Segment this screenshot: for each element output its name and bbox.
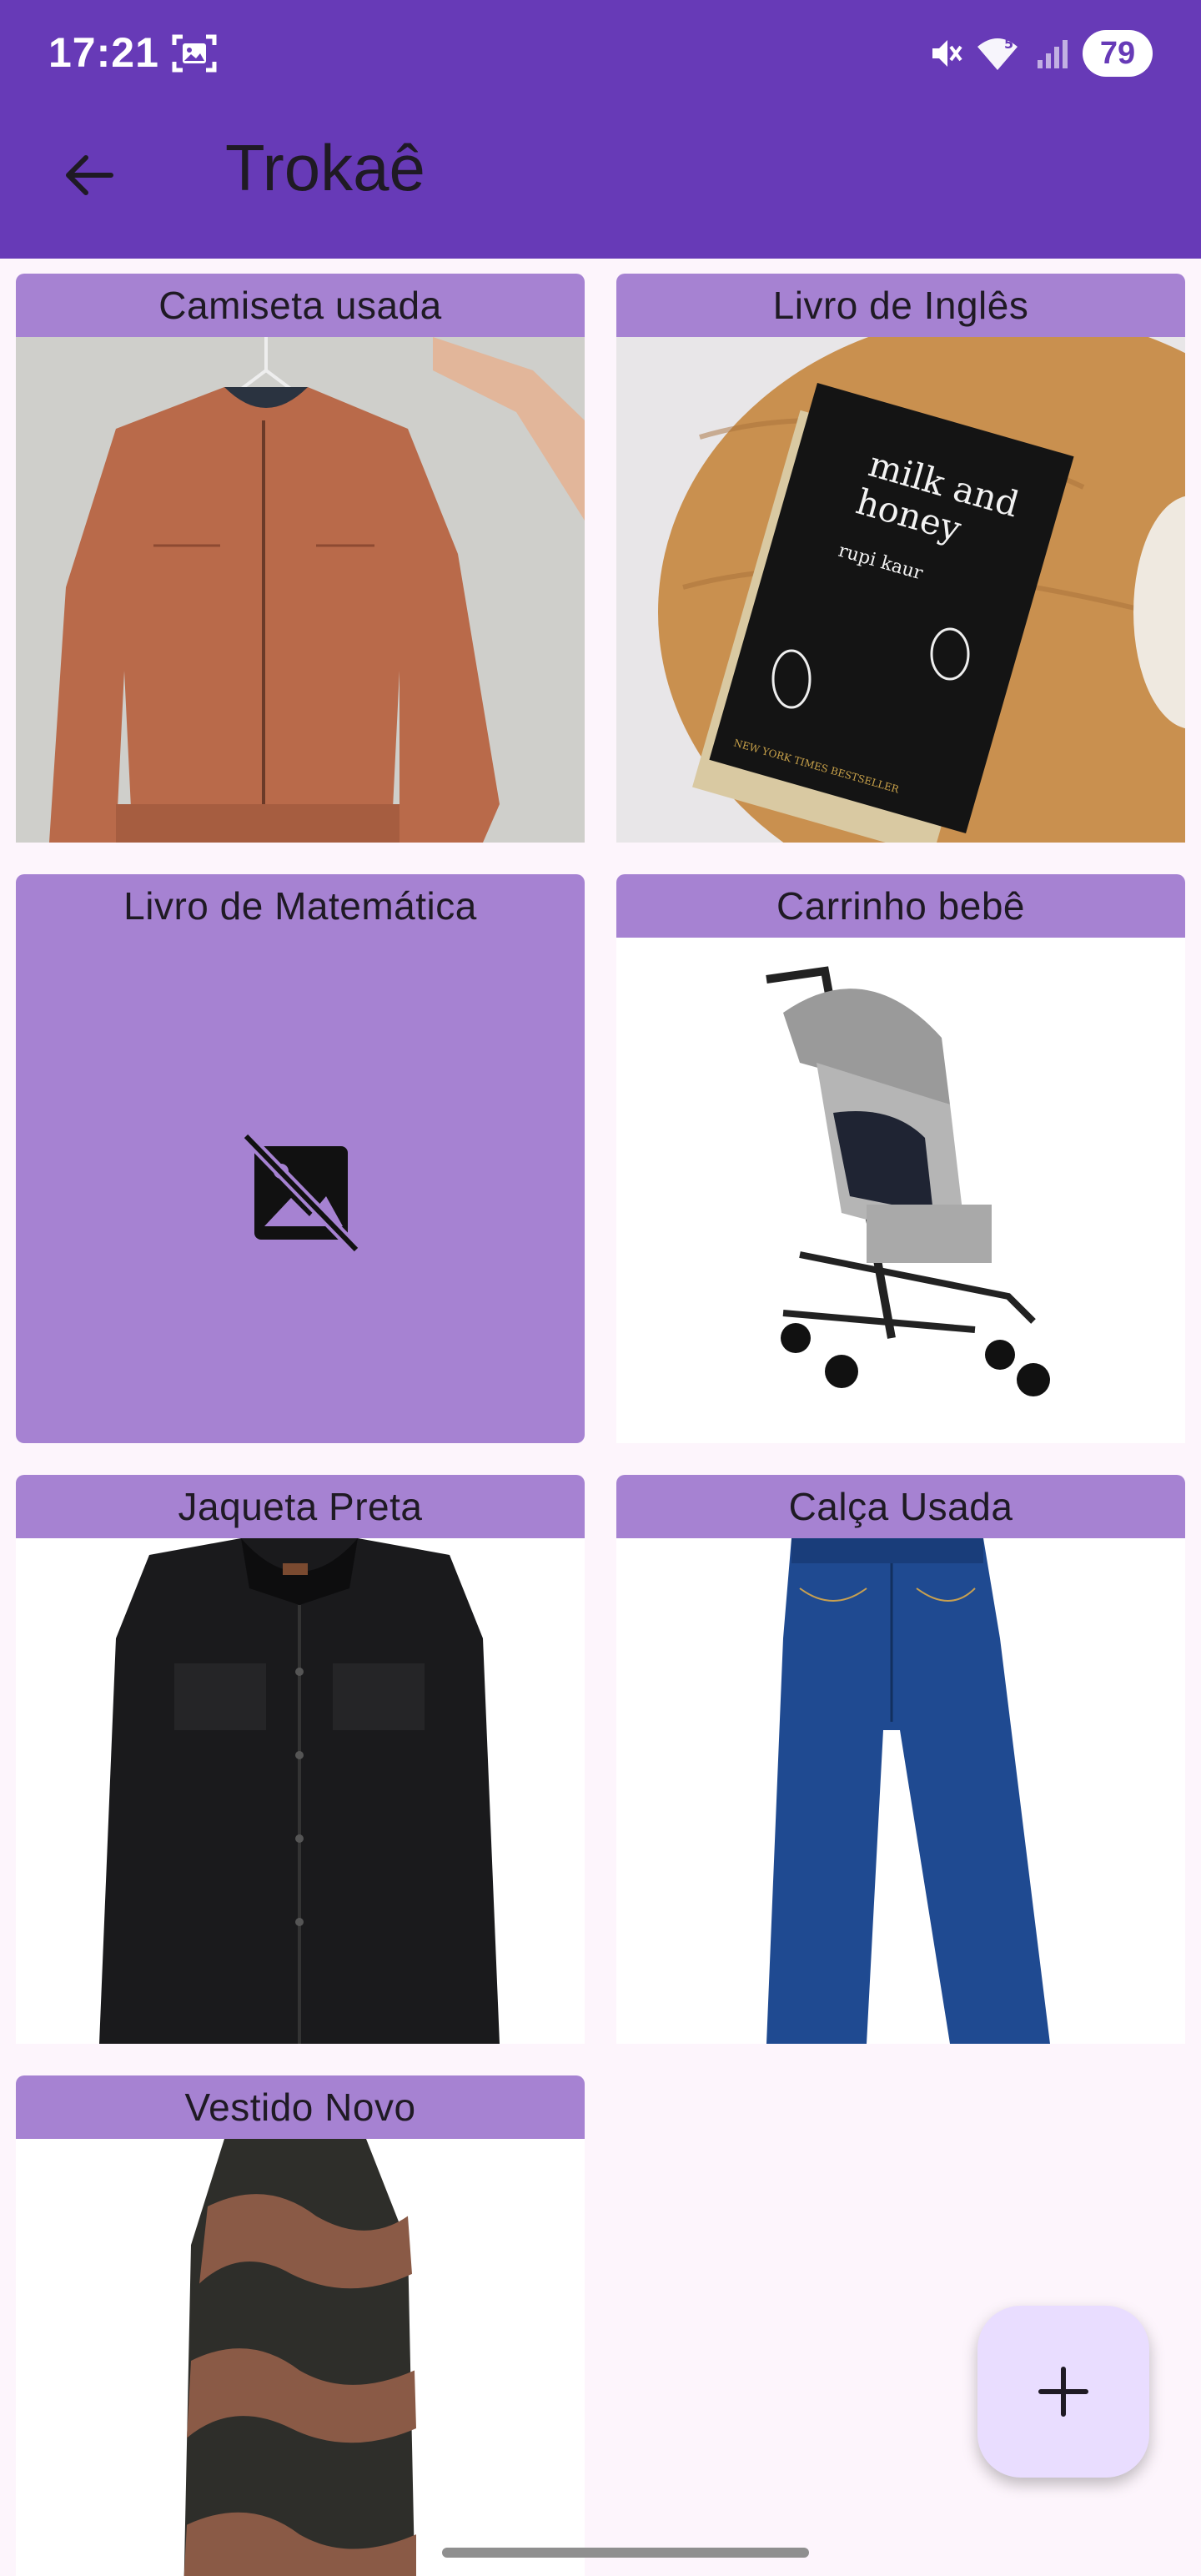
screenshot-icon [171,32,218,75]
product-card[interactable]: Livro de Inglês milk and honey rupi kaur… [616,274,1185,843]
arrow-back-icon [66,155,113,195]
toolbar: Trokaê [0,108,1201,259]
broken-image-icon [16,938,585,1443]
card-title: Vestido Novo [184,2085,416,2129]
stroller-photo [616,938,1185,1443]
status-bar: 17:21 5 79 [0,0,1201,108]
card-title-bar: Livro de Matemática [16,874,585,938]
product-card[interactable]: Vestido Novo [16,2075,585,2576]
home-indicator[interactable] [442,2548,809,2558]
product-card[interactable]: Calça Usada [616,1475,1185,2044]
card-title: Carrinho bebê [776,884,1026,928]
wifi-icon: 5 [976,35,1023,72]
add-item-button[interactable] [977,2306,1149,2478]
status-icons: 5 79 [927,25,1153,82]
card-title-bar: Camiseta usada [16,274,585,337]
product-card[interactable]: Jaqueta Preta [16,1475,585,2044]
card-title: Livro de Inglês [772,284,1029,327]
card-title-bar: Jaqueta Preta [16,1475,585,1538]
card-title: Livro de Matemática [123,884,477,928]
orange-jacket-photo [16,337,585,843]
status-time: 17:21 [48,29,159,76]
black-jacket-photo [16,1538,585,2044]
card-title-bar: Livro de Inglês [616,274,1185,337]
card-title-bar: Calça Usada [616,1475,1185,1538]
battery-indicator: 79 [1083,30,1153,77]
card-title-bar: Carrinho bebê [616,874,1185,938]
dress-photo [16,2139,585,2576]
card-title-bar: Vestido Novo [16,2075,585,2139]
book-photo: milk and honey rupi kaur NEW YORK TIMES … [616,337,1185,843]
card-title: Jaqueta Preta [178,1485,423,1528]
plus-icon [1038,2367,1088,2417]
product-card[interactable]: Livro de Matemática [16,874,585,1443]
back-button[interactable] [47,133,130,217]
mute-icon [927,35,964,72]
card-title: Camiseta usada [158,284,442,327]
jeans-photo [616,1538,1185,2044]
svg-text:5: 5 [1004,36,1013,52]
card-title: Calça Usada [788,1485,1013,1528]
app-bar: 17:21 5 79 Trokaê [0,0,1201,259]
product-card[interactable]: Camiseta usada [16,274,585,843]
signal-icon [1034,35,1071,72]
product-card[interactable]: Carrinho bebê [616,874,1185,1443]
page-title: Trokaê [225,131,425,204]
